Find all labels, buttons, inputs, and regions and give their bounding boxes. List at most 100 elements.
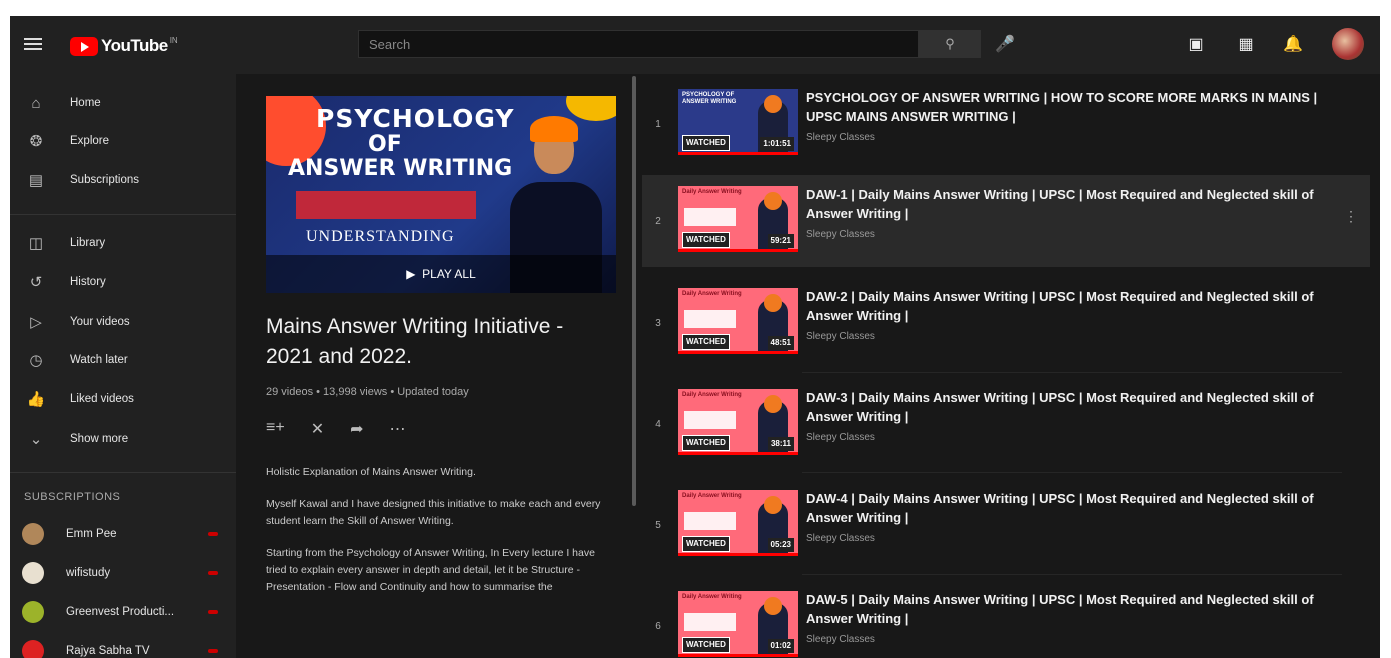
thumbnail-text: Daily Answer Writing [682,291,742,297]
channel-name[interactable]: Sleepy Classes [806,132,875,143]
sidebar-item-show-more[interactable]: ⌄ Show more [10,420,236,458]
sidebar-item-liked-videos[interactable]: 👍 Liked videos [10,380,236,418]
video-thumbnail[interactable]: Daily Answer Writing WATCHED 05:23 [678,490,798,556]
sidebar-item-history[interactable]: ↺ History [10,263,236,301]
sidebar-item-label: Home [70,97,101,109]
sidebar-item-label: Library [70,237,106,249]
subscription-item[interactable]: Greenvest Producti... [10,593,236,631]
sidebar-item-label: Subscriptions [70,174,140,186]
watch-progress-bar [678,654,798,657]
sidebar-item-home[interactable]: ⌂ Home [10,84,236,122]
video-title[interactable]: DAW-3 | Daily Mains Answer Writing | UPS… [806,388,1346,426]
sidebar-item-explore[interactable]: ❂ Explore [10,122,236,160]
channel-name[interactable]: Sleepy Classes [806,432,875,443]
video-thumbnail[interactable]: Daily Answer Writing WATCHED 38:11 [678,389,798,455]
playlist-title[interactable]: Mains Answer Writing Initiative - 2021 a… [266,312,606,372]
watched-badge: WATCHED [682,232,730,248]
account-avatar[interactable] [1332,28,1364,60]
playlist-video-row[interactable]: 3 Daily Answer Writing WATCHED 48:51 DAW… [642,277,1370,369]
share-icon[interactable]: ➦ [350,419,363,439]
playlist-video-row[interactable]: 5 Daily Answer Writing WATCHED 05:23 DAW… [642,479,1370,571]
search-button[interactable]: ⚲ [919,30,981,58]
play-square-icon: ▷ [30,314,42,331]
video-thumbnail[interactable]: Daily Answer Writing WATCHED 01:02 [678,591,798,657]
video-thumbnail[interactable]: Daily Answer Writing WATCHED 48:51 [678,288,798,354]
video-index: 3 [655,317,661,329]
video-index: 4 [655,418,661,430]
subscription-label: Emm Pee [66,528,117,540]
video-title[interactable]: DAW-1 | Daily Mains Answer Writing | UPS… [806,185,1346,223]
playlist-info-panel: PSYCHOLOGY OF ANSWER WRITING UNDERSTANDI… [236,74,630,658]
video-thumbnail[interactable]: Daily Answer Writing WATCHED 59:21 [678,186,798,252]
sidebar-item-your-videos[interactable]: ▷ Your videos [10,303,236,341]
thumbnail-text: OF [368,132,402,157]
shuffle-icon[interactable]: ✕ [311,419,324,439]
sidebar-item-library[interactable]: ◫ Library [10,224,236,262]
thumbnail-text: Daily Answer Writing [682,392,742,398]
video-index: 2 [655,215,661,227]
channel-avatar [22,601,44,623]
thumbnail-text: PSYCHOLOGY [316,104,515,133]
video-title[interactable]: DAW-4 | Daily Mains Answer Writing | UPS… [806,489,1346,527]
watch-progress-bar [678,249,798,252]
video-index: 1 [655,118,661,130]
search-icon: ⚲ [945,36,955,51]
playlist-video-row[interactable]: 4 Daily Answer Writing WATCHED 38:11 DAW… [642,378,1370,470]
video-title[interactable]: PSYCHOLOGY OF ANSWER WRITING | HOW TO SC… [806,88,1346,126]
channel-name[interactable]: Sleepy Classes [806,331,875,342]
sidebar-divider [10,472,236,473]
channel-name[interactable]: Sleepy Classes [806,229,875,240]
subscription-label: Greenvest Producti... [66,606,175,618]
channel-name[interactable]: Sleepy Classes [806,634,875,645]
create-video-icon[interactable]: ▣ [1185,34,1207,56]
apps-grid-icon[interactable]: ▦ [1235,34,1257,56]
channel-name[interactable]: Sleepy Classes [806,533,875,544]
sidebar-item-label: Show more [70,433,129,445]
video-index: 5 [655,519,661,531]
more-actions-icon[interactable]: ⋮ [1344,209,1358,223]
subscription-item[interactable]: wifistudy [10,554,236,592]
video-title[interactable]: DAW-5 | Daily Mains Answer Writing | UPS… [806,590,1346,628]
save-playlist-icon[interactable]: ≡+ [266,419,285,439]
watch-progress-bar [678,553,798,556]
thumbnail-text: Daily Answer Writing [682,189,742,195]
video-title[interactable]: DAW-2 | Daily Mains Answer Writing | UPS… [806,287,1346,325]
clock-icon: ◷ [29,352,43,369]
sidebar-item-watch-later[interactable]: ◷ Watch later [10,341,236,379]
playlist-thumbnail[interactable]: PSYCHOLOGY OF ANSWER WRITING UNDERSTANDI… [266,96,616,293]
playlist-video-row[interactable]: 6 Daily Answer Writing WATCHED 01:02 DAW… [642,580,1370,658]
playlist-actions: ≡+ ✕ ➦ ⋯ [266,419,406,439]
subscription-item[interactable]: Rajya Sabha TV [10,632,236,658]
menu-icon[interactable] [24,35,42,53]
video-thumbnail[interactable]: PSYCHOLOGY OF ANSWER WRITING WATCHED 1:0… [678,89,798,155]
logo-country-code: IN [169,36,178,45]
subscription-item[interactable]: Emm Pee [10,515,236,553]
playlist-video-list: 1 PSYCHOLOGY OF ANSWER WRITING WATCHED 1… [642,74,1380,658]
playlist-description: Holistic Explanation of Mains Answer Wri… [266,464,601,611]
thumbnail-text: Daily Answer Writing [682,493,742,499]
mic-icon[interactable]: 🎤 [995,34,1015,54]
playlist-video-row[interactable]: 1 PSYCHOLOGY OF ANSWER WRITING WATCHED 1… [642,78,1370,170]
more-options-icon[interactable]: ⋯ [390,419,406,439]
watch-progress-bar [678,452,798,455]
notifications-bell-icon[interactable]: 🔔 [1282,34,1304,56]
youtube-window: YouTube IN Search ⚲ 🎤 ▣ ▦ 🔔 ⌂ Home ❂ Explo… [10,16,1380,658]
playlist-video-row[interactable]: 2 Daily Answer Writing WATCHED 59:21 DAW… [642,175,1370,267]
panel-scrollbar[interactable] [630,74,638,658]
search-input[interactable]: Search [358,30,919,58]
top-bar: YouTube IN Search ⚲ 🎤 ▣ ▦ 🔔 [10,16,1380,74]
scrollbar-thumb[interactable] [632,76,636,506]
play-icon: ▶ [406,267,423,281]
video-duration: 05:23 [767,538,794,552]
logo-text: YouTube [101,36,168,55]
video-duration: 48:51 [767,336,794,350]
video-duration: 1:01:51 [760,137,794,151]
subscription-label: Rajya Sabha TV [66,645,150,657]
sidebar-item-subscriptions[interactable]: ▤ Subscriptions [10,161,236,199]
video-duration: 59:21 [767,234,794,248]
thumbnail-text: ANSWER WRITING [288,156,513,181]
play-all-button[interactable]: ▶ PLAY ALL [266,255,616,293]
row-divider [802,372,1342,373]
youtube-logo[interactable]: YouTube IN [70,36,178,56]
sidebar-item-label: Liked videos [70,393,134,405]
